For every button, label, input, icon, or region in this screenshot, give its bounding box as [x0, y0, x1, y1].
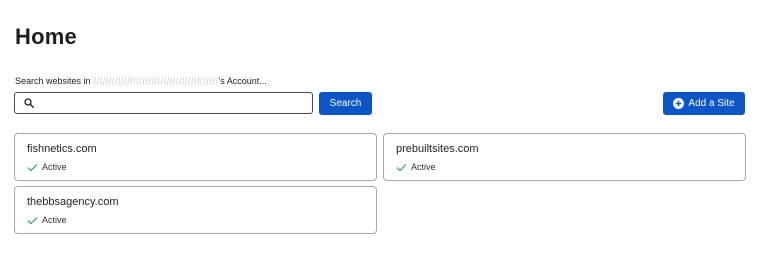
search-button-label: Search — [329, 98, 362, 109]
search-label-suffix: 's Account... — [218, 76, 267, 86]
check-icon — [27, 163, 38, 172]
site-card[interactable]: prebuiltsites.com Active — [383, 133, 746, 181]
site-status-label: Active — [411, 162, 436, 172]
site-status: Active — [396, 162, 436, 172]
check-icon — [27, 216, 38, 225]
site-card[interactable]: thebbsagency.com Active — [14, 186, 377, 234]
page-title: Home — [15, 24, 77, 49]
site-status: Active — [27, 162, 67, 172]
plus-circle-icon — [673, 98, 685, 109]
search-input[interactable] — [38, 94, 312, 112]
search-field[interactable] — [14, 92, 313, 114]
search-button[interactable]: Search — [319, 92, 372, 115]
home-page: Home Search websites in 's Account... Se… — [0, 0, 768, 261]
add-site-button[interactable]: Add a Site — [663, 92, 745, 115]
site-name: prebuiltsites.com — [396, 143, 479, 155]
search-label-prefix: Search websites in — [15, 76, 91, 86]
site-name: thebbsagency.com — [27, 196, 119, 208]
redacted-account-name — [91, 77, 218, 85]
check-icon — [396, 163, 407, 172]
site-card[interactable]: fishnetics.com Active — [14, 133, 377, 181]
add-site-label: Add a Site — [688, 98, 735, 109]
search-icon — [20, 94, 38, 112]
site-status: Active — [27, 215, 67, 225]
search-label: Search websites in 's Account... — [15, 76, 267, 86]
site-name: fishnetics.com — [27, 143, 97, 155]
site-status-label: Active — [42, 215, 67, 225]
site-status-label: Active — [42, 162, 67, 172]
